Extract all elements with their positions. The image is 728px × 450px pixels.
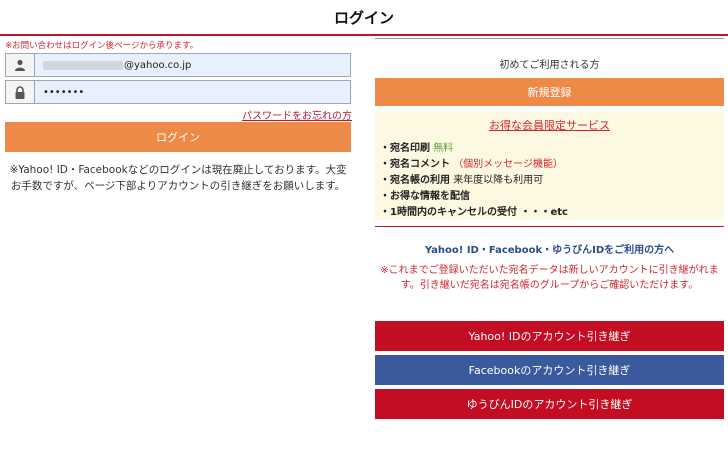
password-value: ••••••• <box>43 86 85 98</box>
password-field[interactable]: ••••••• <box>5 80 351 104</box>
benefits-box: お得な会員限定サービス ・宛名印刷 無料 ・宛名コメント （個別メッセージ機能）… <box>375 112 724 220</box>
benefit-item: ・お得な情報を配信 <box>380 191 470 202</box>
login-panel: ※お問い合わせはログイン後ページから承ります。 @yahoo.co.jp •••… <box>0 36 366 450</box>
transfer-title: Yahoo! ID・Facebook・ゆうびんIDをご利用の方へ <box>424 245 675 256</box>
forgot-password-link[interactable]: パスワードをお忘れの方 <box>242 107 352 122</box>
divider <box>375 38 724 39</box>
yahoo-transfer-button[interactable]: Yahoo! IDのアカウント引き継ぎ <box>375 321 724 351</box>
page-header: ログイン <box>0 0 728 36</box>
email-field[interactable]: @yahoo.co.jp <box>5 53 351 77</box>
facebook-transfer-button[interactable]: Facebookのアカウント引き継ぎ <box>375 355 724 385</box>
register-button[interactable]: 新規登録 <box>375 78 724 106</box>
benefits-link[interactable]: お得な会員限定サービス <box>375 117 724 133</box>
yupin-transfer-button[interactable]: ゆうびんIDのアカウント引き継ぎ <box>375 389 724 419</box>
login-button[interactable]: ログイン <box>5 122 351 152</box>
benefit-item: ・宛名印刷 無料 <box>380 143 454 154</box>
contact-notice: ※お問い合わせはログイン後ページから承ります。 <box>5 41 199 51</box>
transfer-notice: ※これまでご登録いただいた宛名データは新しいアカウントに引き継がれます。引き継い… <box>380 265 719 291</box>
page-title: ログイン <box>333 8 394 27</box>
redacted-email <box>43 60 123 70</box>
register-panel: 初めてご利用される方 新規登録 お得な会員限定サービス ・宛名印刷 無料 ・宛名… <box>375 36 724 450</box>
benefit-item: ・宛名コメント （個別メッセージ機能） <box>380 159 563 170</box>
user-icon <box>6 54 35 76</box>
email-value: @yahoo.co.jp <box>35 60 191 71</box>
benefit-item: ・1時間内のキャンセルの受付 ・・・etc <box>380 207 568 218</box>
benefit-item: ・宛名帳の利用 来年度以降も利用可 <box>380 175 544 186</box>
divider <box>375 226 724 227</box>
deprecated-login-notice: ※Yahoo! ID・Facebookなどのログインは現在廃止しております。大変… <box>9 164 347 192</box>
lock-icon <box>6 81 35 103</box>
first-time-label: 初めてご利用される方 <box>499 60 600 71</box>
